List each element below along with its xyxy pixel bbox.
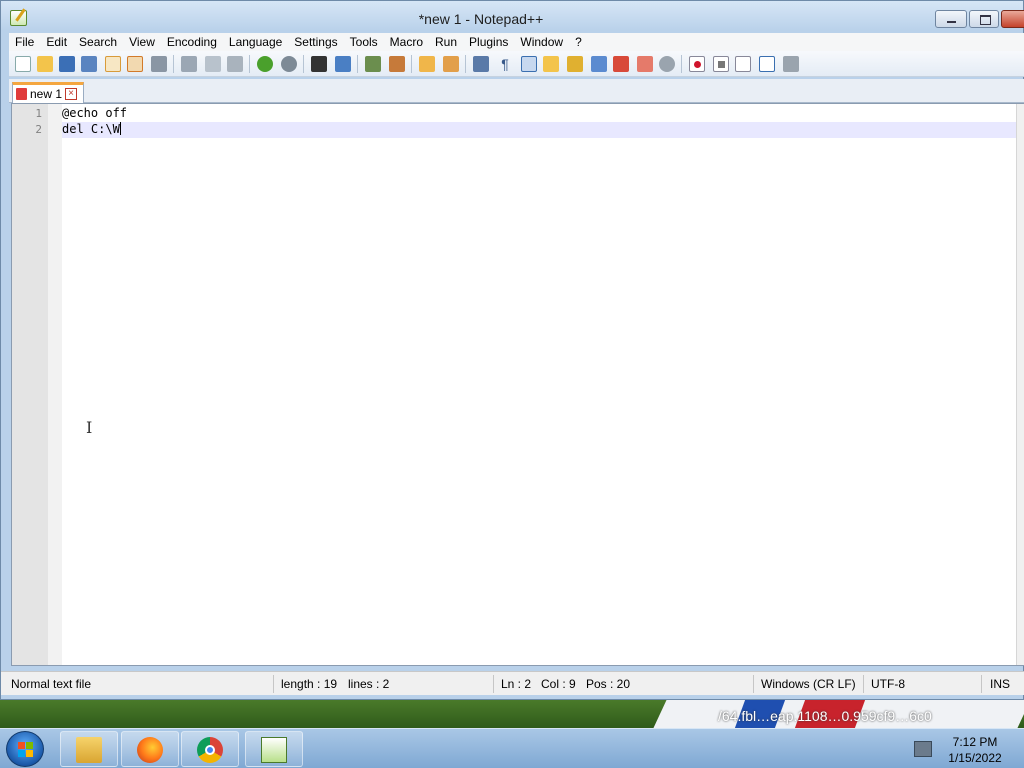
menu-settings[interactable]: Settings xyxy=(288,33,343,51)
status-encoding[interactable]: UTF-8 xyxy=(871,677,905,691)
taskbar-file-explorer[interactable] xyxy=(60,731,118,767)
status-ln: Ln : 2 xyxy=(501,677,532,691)
save-macro-icon[interactable] xyxy=(783,56,799,72)
save-icon[interactable] xyxy=(59,56,75,72)
toolbar: ¶ xyxy=(9,51,1024,77)
new-file-icon[interactable] xyxy=(15,56,31,72)
print-icon[interactable] xyxy=(151,56,167,72)
current-line-highlight xyxy=(62,122,1017,138)
taskbar-notepadpp[interactable] xyxy=(245,731,303,767)
run-macro-multiple-icon[interactable] xyxy=(759,56,775,72)
session-icon[interactable] xyxy=(659,56,675,72)
stop-recording-icon[interactable] xyxy=(713,56,729,72)
word-wrap-icon[interactable] xyxy=(473,56,489,72)
close-icon[interactable] xyxy=(105,56,121,72)
folder-icon xyxy=(76,737,102,763)
taskbar-chrome[interactable] xyxy=(181,731,239,767)
undo-icon[interactable] xyxy=(257,56,273,72)
menu-view[interactable]: View xyxy=(123,33,161,51)
windows-logo-icon xyxy=(18,742,34,758)
redo-icon[interactable] xyxy=(281,56,297,72)
menu-encoding[interactable]: Encoding xyxy=(161,33,223,51)
menu-file[interactable]: File xyxy=(9,33,40,51)
taskbar: 7:12 PM 1/15/2022 xyxy=(0,728,1024,768)
status-eol[interactable]: Windows (CR LF) xyxy=(761,677,856,691)
firefox-icon xyxy=(137,737,163,763)
menu-edit[interactable]: Edit xyxy=(40,33,73,51)
playback-icon[interactable] xyxy=(735,56,751,72)
text-caret xyxy=(119,122,121,135)
line-number: 2 xyxy=(35,123,42,136)
chrome-icon xyxy=(197,737,223,763)
folder-as-workspace-icon[interactable] xyxy=(613,56,629,72)
code-line-text: del C:\W xyxy=(62,122,120,136)
menu-macro[interactable]: Macro xyxy=(384,33,429,51)
clock-date: 1/15/2022 xyxy=(948,751,1002,765)
copy-icon[interactable] xyxy=(205,56,221,72)
replace-icon[interactable] xyxy=(335,56,351,72)
modified-file-icon xyxy=(16,88,27,100)
clock-time: 7:12 PM xyxy=(952,735,998,749)
notepadpp-window: *new 1 - Notepad++ File Edit Search View… xyxy=(0,0,1024,700)
maximize-button[interactable] xyxy=(969,10,999,28)
status-bar: Normal text file length : 19 lines : 2 L… xyxy=(1,671,1024,695)
zoom-in-icon[interactable] xyxy=(365,56,381,72)
network-icon[interactable] xyxy=(914,741,932,757)
cut-icon[interactable] xyxy=(181,56,197,72)
close-all-icon[interactable] xyxy=(127,56,143,72)
menu-tools[interactable]: Tools xyxy=(344,33,384,51)
zoom-out-icon[interactable] xyxy=(389,56,405,72)
code-line[interactable]: del C:\W xyxy=(62,122,121,136)
ibeam-cursor-icon: I xyxy=(86,418,93,437)
document-tab-bar: new 1 × xyxy=(9,79,1024,103)
document-map-icon[interactable] xyxy=(567,56,583,72)
minimize-button[interactable] xyxy=(935,10,967,28)
status-col: Col : 9 xyxy=(541,677,576,691)
menu-window[interactable]: Window xyxy=(514,33,569,51)
menu-help[interactable]: ? xyxy=(569,33,588,51)
menu-language[interactable]: Language xyxy=(223,33,288,51)
menu-plugins[interactable]: Plugins xyxy=(463,33,514,51)
user-defined-language-icon[interactable] xyxy=(543,56,559,72)
close-window-button[interactable] xyxy=(1001,10,1024,28)
status-file-type: Normal text file xyxy=(11,677,92,691)
function-list-icon[interactable] xyxy=(591,56,607,72)
code-line[interactable]: @echo off xyxy=(62,106,127,120)
menu-run[interactable]: Run xyxy=(429,33,463,51)
line-number-gutter xyxy=(12,104,48,665)
editor-area[interactable]: 1 2 @echo off del C:\W I xyxy=(11,103,1024,666)
menu-bar: File Edit Search View Encoding Language … xyxy=(9,33,1024,51)
notepadpp-icon xyxy=(261,737,287,763)
menu-search[interactable]: Search xyxy=(73,33,123,51)
taskbar-firefox[interactable] xyxy=(121,731,179,767)
start-recording-icon[interactable] xyxy=(689,56,705,72)
sync-vertical-icon[interactable] xyxy=(419,56,435,72)
line-number: 1 xyxy=(35,107,42,120)
find-icon[interactable] xyxy=(311,56,327,72)
status-lines: lines : 2 xyxy=(348,677,390,691)
fold-margin xyxy=(48,104,62,665)
start-button[interactable] xyxy=(6,731,44,767)
sync-horizontal-icon[interactable] xyxy=(443,56,459,72)
desktop-wallpaper: /64.fbl…eap.1108…0.959cf9…6c0 xyxy=(0,700,1024,728)
indent-guide-icon[interactable] xyxy=(521,56,537,72)
window-title: *new 1 - Notepad++ xyxy=(418,11,544,27)
tab-new-1[interactable]: new 1 × xyxy=(12,82,84,103)
paste-icon[interactable] xyxy=(227,56,243,72)
title-bar[interactable]: *new 1 - Notepad++ xyxy=(1,1,1024,33)
show-all-chars-icon[interactable]: ¶ xyxy=(497,56,513,72)
status-pos: Pos : 20 xyxy=(586,677,631,691)
status-insert-mode[interactable]: INS xyxy=(990,677,1010,691)
monitoring-icon[interactable] xyxy=(637,56,653,72)
vertical-scrollbar[interactable] xyxy=(1016,104,1024,665)
tab-label: new 1 xyxy=(30,87,63,101)
save-all-icon[interactable] xyxy=(81,56,97,72)
tab-close-icon[interactable]: × xyxy=(65,88,77,100)
wallpaper-text: /64.fbl…eap.1108…0.959cf9…6c0 xyxy=(718,708,932,724)
status-length: length : 19 xyxy=(281,677,338,691)
open-file-icon[interactable] xyxy=(37,56,53,72)
system-clock[interactable]: 7:12 PM 1/15/2022 xyxy=(940,734,1010,766)
